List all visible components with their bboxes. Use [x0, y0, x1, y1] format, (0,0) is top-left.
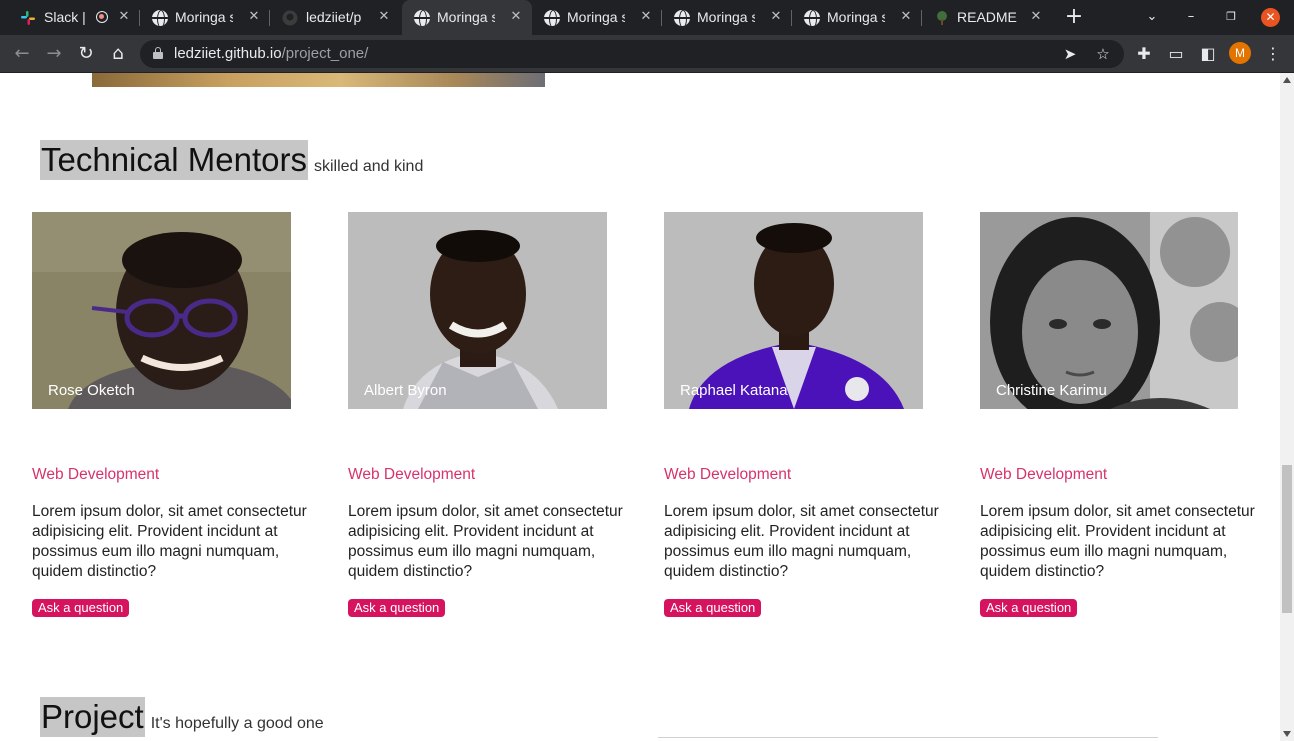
tab-moringa-4[interactable]: Moringa s ✕ [792, 0, 922, 35]
mentor-name: Rose Oketch [48, 382, 135, 399]
url-text[interactable]: ledziiet.github.io/project_one/ [174, 45, 368, 62]
home-icon[interactable]: ⌂ [107, 43, 129, 65]
menu-icon[interactable]: ⋮ [1262, 43, 1284, 65]
ask-question-button[interactable]: Ask a question [348, 599, 446, 617]
lock-icon[interactable] [153, 47, 163, 59]
divider [658, 737, 1158, 738]
page-viewport: Technical Mentors skilled and kind Rose O… [0, 73, 1280, 741]
mentor-name: Albert Byron [364, 382, 447, 399]
close-icon[interactable]: ✕ [116, 9, 132, 25]
globe-icon [804, 10, 820, 26]
mentor-name: Christine Karimu [996, 382, 1107, 399]
mentor-photo: Rose Oketch [32, 212, 291, 409]
globe-icon [414, 10, 430, 26]
close-icon[interactable]: ✕ [638, 9, 654, 25]
extensions-icon[interactable]: ✚ [1133, 43, 1155, 65]
mentor-description: Lorem ipsum dolor, sit amet consectetur … [664, 503, 939, 580]
tab-moringa-3[interactable]: Moringa s ✕ [662, 0, 792, 35]
tab-moringa-active[interactable]: Moringa s ✕ [402, 0, 532, 35]
tree-icon [934, 10, 950, 26]
reload-icon[interactable]: ↻ [75, 43, 97, 65]
section-subtitle: skilled and kind [313, 158, 424, 175]
ask-question-button[interactable]: Ask a question [980, 599, 1078, 617]
mentor-description: Lorem ipsum dolor, sit amet consectetur … [980, 503, 1255, 580]
url-path: /project_one/ [281, 45, 369, 62]
mentor-role: Web Development [980, 466, 1108, 483]
restore-icon[interactable]: ❐ [1222, 8, 1240, 26]
scroll-up-arrow-icon[interactable] [1283, 77, 1291, 83]
cast-icon[interactable]: ▭ [1165, 43, 1187, 65]
mentor-name: Raphael Katana [680, 382, 788, 399]
side-panel-icon[interactable]: ◧ [1197, 43, 1219, 65]
tab-title: README [957, 9, 1017, 25]
tab-moringa-2[interactable]: Moringa s ✕ [532, 0, 662, 35]
close-icon[interactable]: ✕ [768, 9, 784, 25]
hero-image-bottom-edge [92, 73, 545, 87]
mentor-description: Lorem ipsum dolor, sit amet consectetur … [32, 503, 307, 580]
tab-title: Moringa s [827, 9, 885, 25]
tab-title: Moringa s [175, 9, 233, 25]
globe-icon [152, 10, 168, 26]
section-title: Technical Mentors [40, 140, 308, 180]
back-icon[interactable]: ← [11, 43, 33, 65]
tab-readme[interactable]: README ✕ [922, 0, 1052, 35]
bookmark-star-icon[interactable]: ☆ [1093, 44, 1113, 64]
mentor-role: Web Development [348, 466, 476, 483]
mentor-photo: Raphael Katana [664, 212, 923, 409]
close-icon[interactable]: ✕ [246, 9, 262, 25]
close-icon[interactable]: ✕ [898, 9, 914, 25]
tab-title: Moringa s [567, 9, 625, 25]
github-icon [282, 10, 298, 26]
tab-moringa-1[interactable]: Moringa s ✕ [140, 0, 270, 35]
section-subtitle: It's hopefully a good one [150, 715, 324, 732]
tab-title: Moringa s [437, 9, 495, 25]
tab-title: ledziiet/p [306, 9, 362, 25]
tab-slack[interactable]: Slack | ✕ [0, 0, 140, 35]
profile-avatar[interactable]: M [1229, 42, 1251, 64]
send-icon[interactable]: ➤ [1060, 44, 1080, 64]
slack-icon [20, 10, 36, 26]
url-host: ledziiet.github.io [174, 45, 282, 62]
tab-github[interactable]: ledziiet/p ✕ [270, 0, 400, 35]
ask-question-button[interactable]: Ask a question [32, 599, 130, 617]
globe-icon [544, 10, 560, 26]
browser-toolbar: ← → ↻ ⌂ ledziiet.github.io/project_one/ … [0, 35, 1294, 73]
recording-icon [96, 11, 108, 23]
scrollbar-thumb[interactable] [1282, 465, 1292, 613]
new-tab-button[interactable]: + [1064, 6, 1084, 28]
section-title: Project [40, 697, 145, 737]
tab-search-icon[interactable]: ⌄ [1143, 8, 1161, 26]
address-bar[interactable]: ledziiet.github.io/project_one/ ➤ ☆ [140, 40, 1124, 68]
minimize-icon[interactable]: – [1182, 8, 1200, 26]
forward-icon[interactable]: → [43, 43, 65, 65]
mentor-description: Lorem ipsum dolor, sit amet consectetur … [348, 503, 623, 580]
close-icon[interactable]: ✕ [1028, 9, 1044, 25]
page-scrollbar[interactable] [1280, 73, 1294, 741]
mentors-heading: Technical Mentors skilled and kind [40, 140, 423, 180]
mentor-role: Web Development [664, 466, 792, 483]
browser-tab-strip: Slack | ✕ Moringa s ✕ ledziiet/p ✕ Morin… [0, 0, 1294, 35]
window-close-button[interactable]: ✕ [1261, 8, 1280, 27]
globe-icon [674, 10, 690, 26]
project-heading: Project It's hopefully a good one [40, 697, 324, 737]
tab-title: Slack | [44, 9, 86, 25]
close-icon[interactable]: ✕ [508, 9, 524, 25]
mentor-photo: Christine Karimu [980, 212, 1238, 409]
mentor-photo: Albert Byron [348, 212, 607, 409]
ask-question-button[interactable]: Ask a question [664, 599, 762, 617]
tab-title: Moringa s [697, 9, 755, 25]
scroll-down-arrow-icon[interactable] [1283, 731, 1291, 737]
mentor-role: Web Development [32, 466, 160, 483]
close-icon[interactable]: ✕ [376, 9, 392, 25]
